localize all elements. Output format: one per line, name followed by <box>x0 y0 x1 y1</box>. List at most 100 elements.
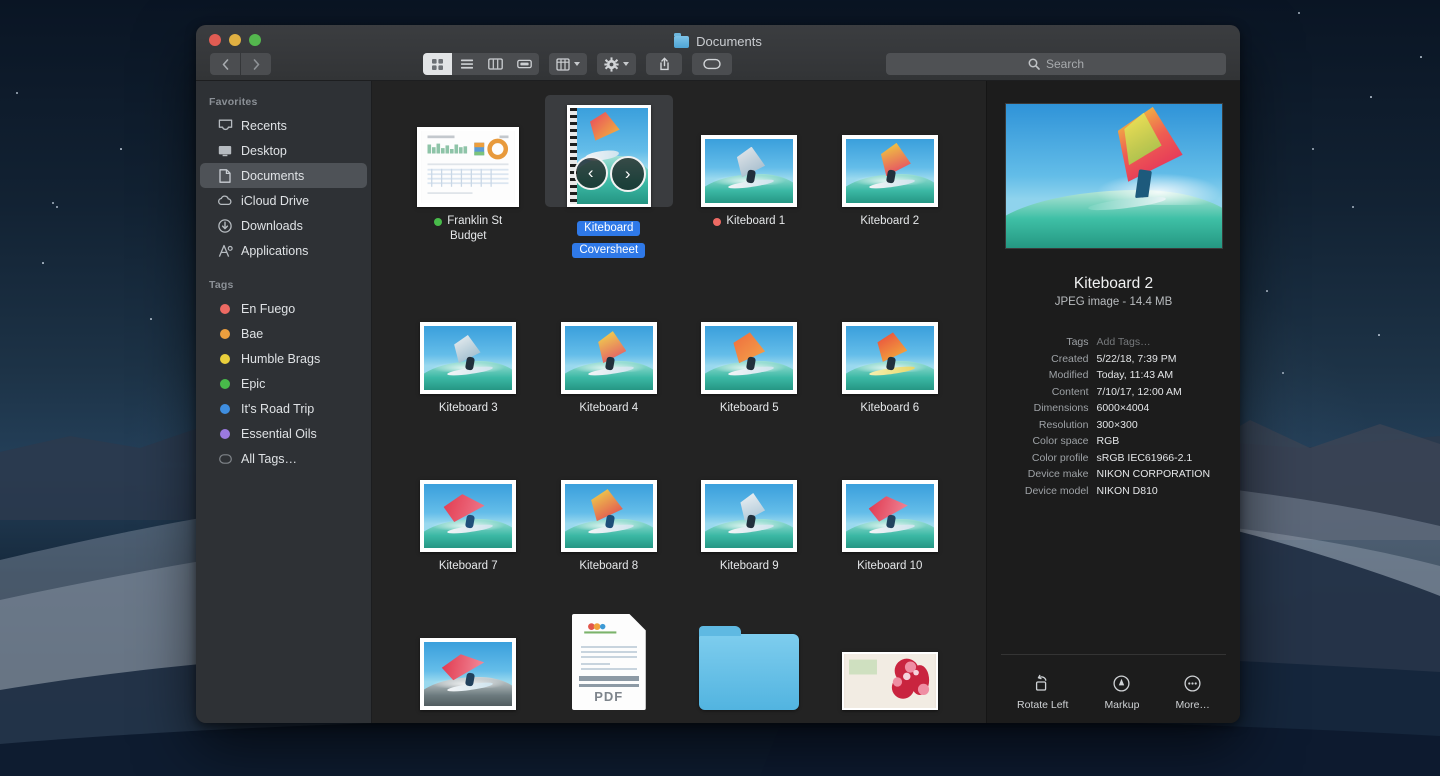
forward-button[interactable] <box>241 53 271 75</box>
grid-icon <box>432 58 443 70</box>
preview-pane: Kiteboard 2 JPEG image - 14.4 MB Tags Ad… <box>986 81 1240 723</box>
pdf-label: PDF <box>594 689 624 704</box>
sidebar-item-documents[interactable]: Documents <box>200 163 367 188</box>
sidebar-tag-label: Bae <box>241 326 264 341</box>
file-thumbnail <box>685 95 813 207</box>
sidebar-item-icloud-drive[interactable]: iCloud Drive <box>200 188 367 213</box>
file-name-line1: Kiteboard <box>577 221 641 236</box>
file-item[interactable]: Kiteboard 6 <box>820 282 961 416</box>
file-name: Kiteboard 6 <box>860 402 920 414</box>
file-item[interactable] <box>820 598 961 710</box>
file-label: Kiteboard 5 <box>720 401 779 416</box>
tag-dot-icon <box>217 303 233 314</box>
metadata-value: RGB <box>1096 435 1120 447</box>
markup-action[interactable]: Markup <box>1104 674 1139 711</box>
pdf-document-icon: PDF <box>571 614 646 710</box>
preview-image <box>1004 103 1223 249</box>
document-icon <box>217 168 233 183</box>
file-label: Kiteboard 3 <box>439 401 498 416</box>
file-item[interactable]: Kiteboard 2 <box>820 95 961 258</box>
zoom-button[interactable] <box>249 34 261 46</box>
file-item[interactable]: Kiteboard 4 <box>539 282 680 416</box>
file-item[interactable]: Kiteboard 9 <box>679 440 820 574</box>
sidebar-tag-epic[interactable]: Epic <box>200 371 367 396</box>
file-thumbnail <box>545 282 673 394</box>
folder-icon <box>674 32 690 48</box>
list-view-button[interactable] <box>452 53 481 75</box>
gallery-view-button[interactable] <box>510 53 539 75</box>
file-grid-container[interactable]: Franklin St Budget ‹ › Kiteboard Coversh… <box>372 81 986 723</box>
metadata-key: Device model <box>1024 484 1089 495</box>
minimize-button[interactable] <box>229 34 241 46</box>
file-name: Kiteboard 9 <box>719 560 779 572</box>
tag-icon <box>703 58 721 70</box>
metadata-value: 7/10/17, 12:00 AM <box>1096 385 1182 398</box>
metadata-row: Color profile sRGB IEC61966-2.1 <box>1005 450 1223 467</box>
clock-tray-icon <box>217 119 233 132</box>
file-item[interactable]: Kiteboard 3 <box>398 282 539 416</box>
sidebar-item-desktop[interactable]: Desktop <box>200 138 367 163</box>
share-button[interactable] <box>646 53 682 75</box>
quicklook-next-button[interactable]: › <box>609 156 646 192</box>
file-name-line2: Budget <box>450 230 487 242</box>
file-item-selected[interactable]: ‹ › Kiteboard Coversheet <box>539 95 680 258</box>
group-by-button[interactable] <box>549 53 587 75</box>
tags-button[interactable] <box>692 53 732 75</box>
applications-icon <box>217 244 233 258</box>
tag-dot-icon <box>217 428 233 439</box>
sidebar-item-applications[interactable]: Applications <box>200 238 367 263</box>
metadata-key: Color profile <box>1031 451 1089 464</box>
file-item[interactable]: PDF <box>539 598 680 710</box>
sidebar-item-label: Downloads <box>241 218 303 233</box>
quick-actions: Rotate Left Markup More… <box>987 674 1240 711</box>
file-item[interactable]: Kiteboard 8 <box>539 440 680 574</box>
file-label: Kiteboard 1 <box>713 214 785 229</box>
file-item[interactable]: Kiteboard 10 <box>820 440 961 574</box>
metadata-row: Dimensions 6000×4004 <box>1005 400 1223 417</box>
file-item[interactable] <box>679 598 820 710</box>
metadata-row: Resolution 300×300 <box>1005 417 1223 434</box>
file-thumbnail: PDF <box>545 598 673 710</box>
chevron-right-icon <box>253 58 259 70</box>
icon-view-button[interactable] <box>423 53 452 75</box>
metadata-value: Today, 11:43 AM <box>1096 369 1174 381</box>
rotate-left-action[interactable]: Rotate Left <box>1017 674 1068 711</box>
file-item[interactable]: Kiteboard 5 <box>679 282 820 416</box>
columns-icon <box>488 58 503 70</box>
download-icon <box>217 218 233 233</box>
file-item[interactable]: Franklin St Budget <box>398 95 539 258</box>
metadata-row: Modified Today, 11:43 AM <box>1005 367 1223 384</box>
sidebar-tag-label: It's Road Trip <box>241 401 315 416</box>
back-button[interactable] <box>210 53 240 75</box>
gear-icon <box>604 56 619 72</box>
file-item[interactable]: Kiteboard 1 <box>679 95 820 258</box>
search-field[interactable]: Search <box>886 53 1226 75</box>
chevron-down-icon <box>623 62 629 66</box>
more-action[interactable]: More… <box>1176 674 1210 711</box>
add-tags-field[interactable]: Add Tags… <box>1097 334 1151 351</box>
metadata-key: Modified <box>1048 369 1089 381</box>
column-view-button[interactable] <box>481 53 510 75</box>
toolbar: Search <box>196 47 1240 81</box>
close-button[interactable] <box>209 34 221 46</box>
sidebar-tag-bae[interactable]: Bae <box>200 321 367 346</box>
file-label: Kiteboard Coversheet <box>572 214 646 258</box>
file-item[interactable]: Kiteboard 7 <box>398 440 539 574</box>
folder-icon <box>699 626 800 710</box>
finder-window: Documents Search Favorites Recents Deskt… <box>196 25 1240 723</box>
sidebar-tag-humble-brags[interactable]: Humble Brags <box>200 346 367 371</box>
metadata-row: Content 7/10/17, 12:00 AM <box>1005 384 1223 401</box>
window-titlebar: Documents Search <box>196 25 1240 81</box>
file-thumbnail <box>826 598 954 710</box>
sidebar-tag-en-fuego[interactable]: En Fuego <box>200 296 367 321</box>
sidebar-tag-essential-oils[interactable]: Essential Oils <box>200 421 367 446</box>
action-menu-button[interactable] <box>597 53 636 75</box>
sidebar-item-downloads[interactable]: Downloads <box>200 213 367 238</box>
sidebar-tag-all-tags[interactable]: All Tags… <box>200 446 367 471</box>
quicklook-prev-button[interactable]: ‹ <box>573 156 608 190</box>
sidebar-tag-its-road-trip[interactable]: It's Road Trip <box>200 396 367 421</box>
file-item[interactable] <box>398 598 539 710</box>
metadata-row: Device model NIKON D810 <box>1005 483 1223 495</box>
sidebar-item-recents[interactable]: Recents <box>200 113 367 138</box>
quick-action-label: More… <box>1175 699 1210 711</box>
